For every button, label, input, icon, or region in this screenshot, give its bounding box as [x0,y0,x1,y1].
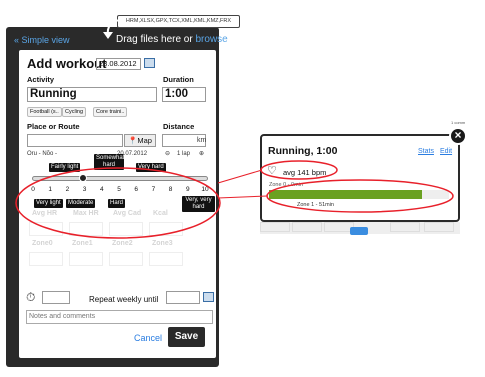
annotation-overlay [15,160,454,239]
annotation-ellipse-zones [266,179,454,213]
annotation-line [217,169,263,184]
annotation-ellipse-hr [260,160,338,180]
annotation-ellipse-rpe [15,167,221,239]
annotation-line [217,195,268,199]
